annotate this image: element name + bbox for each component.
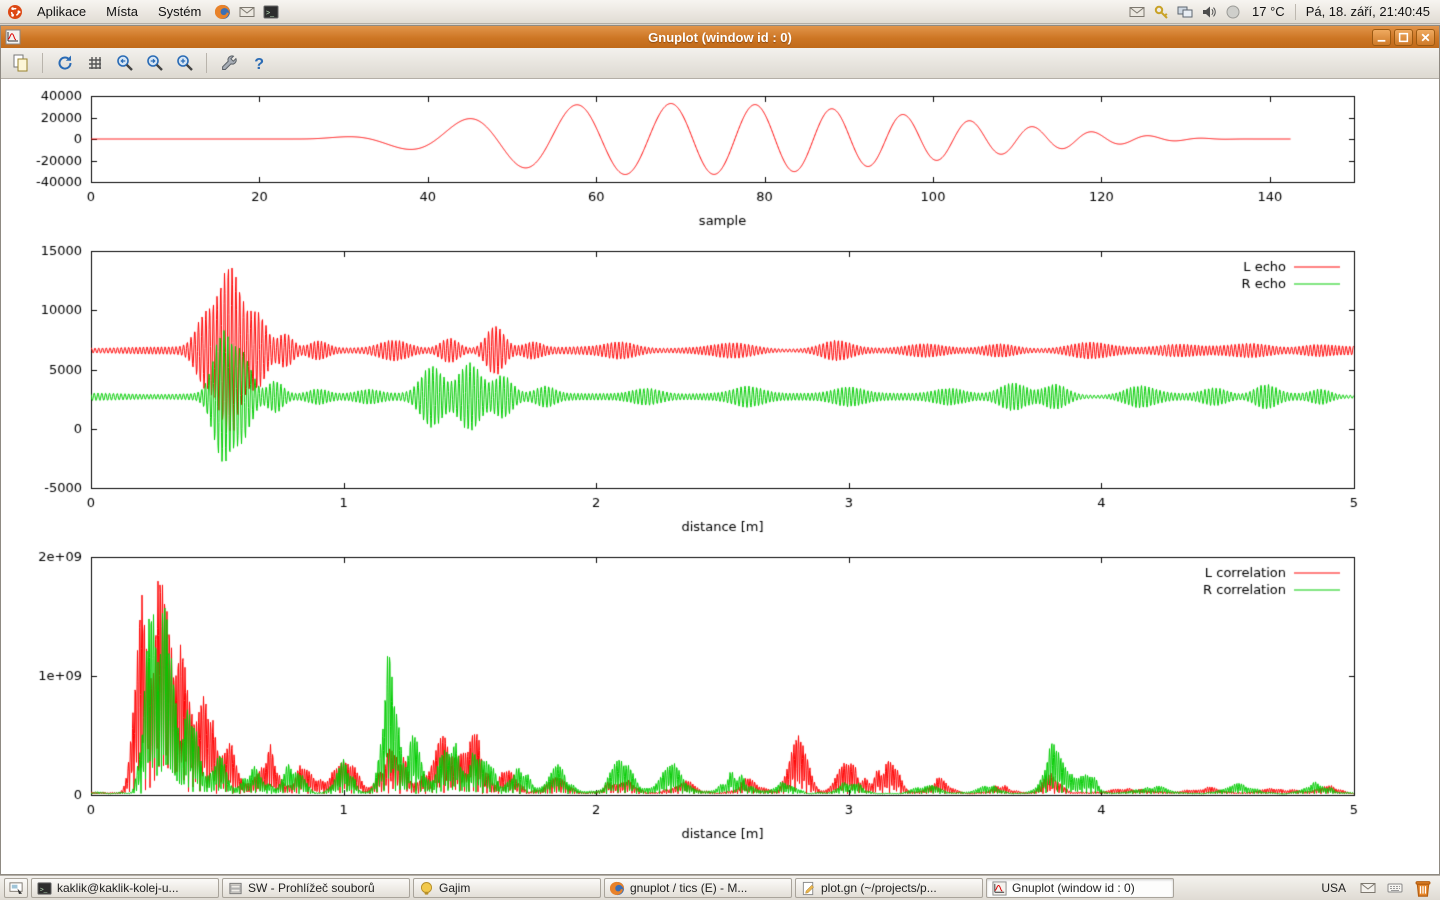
gnuplot-window: Gnuplot (window id : 0) ? (0, 25, 1440, 875)
panel-left-cluster: Aplikace Místa Systém >_ (6, 2, 280, 21)
settings-button[interactable] (215, 50, 242, 76)
taskbar-task-6[interactable]: Gnuplot (window id : 0) (986, 878, 1174, 898)
svg-text:>_: >_ (40, 886, 48, 893)
gajim-icon (419, 881, 434, 896)
file-browser-icon (228, 881, 243, 896)
editor-icon (801, 881, 816, 896)
gnuplot-toolbar: ? (1, 48, 1439, 79)
grid-button[interactable] (81, 50, 108, 76)
task-label: plot.gn (~/projects/p... (821, 881, 937, 895)
chart-signal-vs-sample[interactable] (1, 87, 1440, 237)
taskbar-task-1[interactable]: >_ kaklik@kaklik-kolej-u... (31, 878, 219, 898)
clock-applet[interactable]: Pá, 18. září, 21:40:45 (1302, 4, 1434, 19)
task-label: Gajim (439, 881, 470, 895)
svg-text:>_: >_ (266, 10, 274, 17)
temperature-applet[interactable]: 17 °C (1248, 4, 1289, 19)
mail-launcher-icon[interactable] (238, 3, 256, 21)
task-label: SW - Prohlížeč souborů (248, 881, 375, 895)
panel-right-cluster: 17 °C Pá, 18. září, 21:40:45 (1128, 3, 1434, 21)
toolbar-separator (206, 53, 207, 73)
window-titlebar[interactable]: Gnuplot (window id : 0) (1, 26, 1439, 48)
firefox-icon (610, 881, 625, 896)
zoom-next-button[interactable] (141, 50, 168, 76)
chart-correlation-vs-distance[interactable] (1, 548, 1440, 848)
menu-applications[interactable]: Aplikace (30, 2, 93, 21)
window-title: Gnuplot (window id : 0) (1, 30, 1439, 45)
menu-places[interactable]: Místa (99, 2, 145, 21)
toolbar-separator (42, 53, 43, 73)
terminal-launcher-icon[interactable]: >_ (262, 3, 280, 21)
firefox-launcher-icon[interactable] (214, 3, 232, 21)
taskbar-task-2[interactable]: SW - Prohlížeč souborů (222, 878, 410, 898)
terminal-icon: >_ (37, 881, 52, 896)
window-gnuplot-icon (5, 29, 21, 45)
keyboard-layout-indicator[interactable]: USA (1317, 880, 1350, 896)
taskbar-task-3[interactable]: Gajim (413, 878, 601, 898)
volume-icon[interactable] (1200, 3, 1218, 21)
mail-tray-icon[interactable] (1128, 3, 1146, 21)
minimize-button[interactable] (1372, 29, 1391, 46)
keyboard-tray-icon[interactable] (1386, 879, 1404, 897)
taskbar-task-5[interactable]: plot.gn (~/projects/p... (795, 878, 983, 898)
copy-button[interactable] (7, 50, 34, 76)
chart-echo-vs-distance[interactable] (1, 242, 1440, 542)
close-button[interactable] (1416, 29, 1435, 46)
weather-icon[interactable] (1224, 3, 1242, 21)
svg-text:?: ? (254, 56, 264, 73)
trash-icon[interactable] (1413, 878, 1433, 898)
zoom-previous-button[interactable] (111, 50, 138, 76)
autoscale-button[interactable] (171, 50, 198, 76)
displays-tray-icon[interactable] (1176, 3, 1194, 21)
keyring-tray-icon[interactable] (1152, 3, 1170, 21)
panel-separator (1295, 4, 1296, 20)
taskbar-right-cluster: USA (1317, 878, 1436, 898)
titlebar-buttons (1372, 29, 1435, 46)
help-button[interactable]: ? (245, 50, 272, 76)
menu-system[interactable]: Systém (151, 2, 208, 21)
task-label: Gnuplot (window id : 0) (1012, 881, 1135, 895)
show-desktop-button[interactable] (4, 878, 28, 898)
ubuntu-logo-icon[interactable] (6, 3, 24, 21)
task-list: >_ kaklik@kaklik-kolej-u... SW - Prohlížeč… (31, 878, 1174, 898)
mail-notify-icon[interactable] (1359, 879, 1377, 897)
bottom-taskbar: >_ kaklik@kaklik-kolej-u... SW - Prohlížeč… (0, 875, 1440, 900)
taskbar-task-4[interactable]: gnuplot / tics (E) - M... (604, 878, 792, 898)
gnome-top-panel: Aplikace Místa Systém >_ 17 °C Pá, 18. (0, 0, 1440, 24)
gnuplot-icon (992, 881, 1007, 896)
replot-button[interactable] (51, 50, 78, 76)
maximize-button[interactable] (1394, 29, 1413, 46)
plot-area (1, 79, 1439, 874)
task-label: gnuplot / tics (E) - M... (630, 881, 747, 895)
task-label: kaklik@kaklik-kolej-u... (57, 881, 179, 895)
